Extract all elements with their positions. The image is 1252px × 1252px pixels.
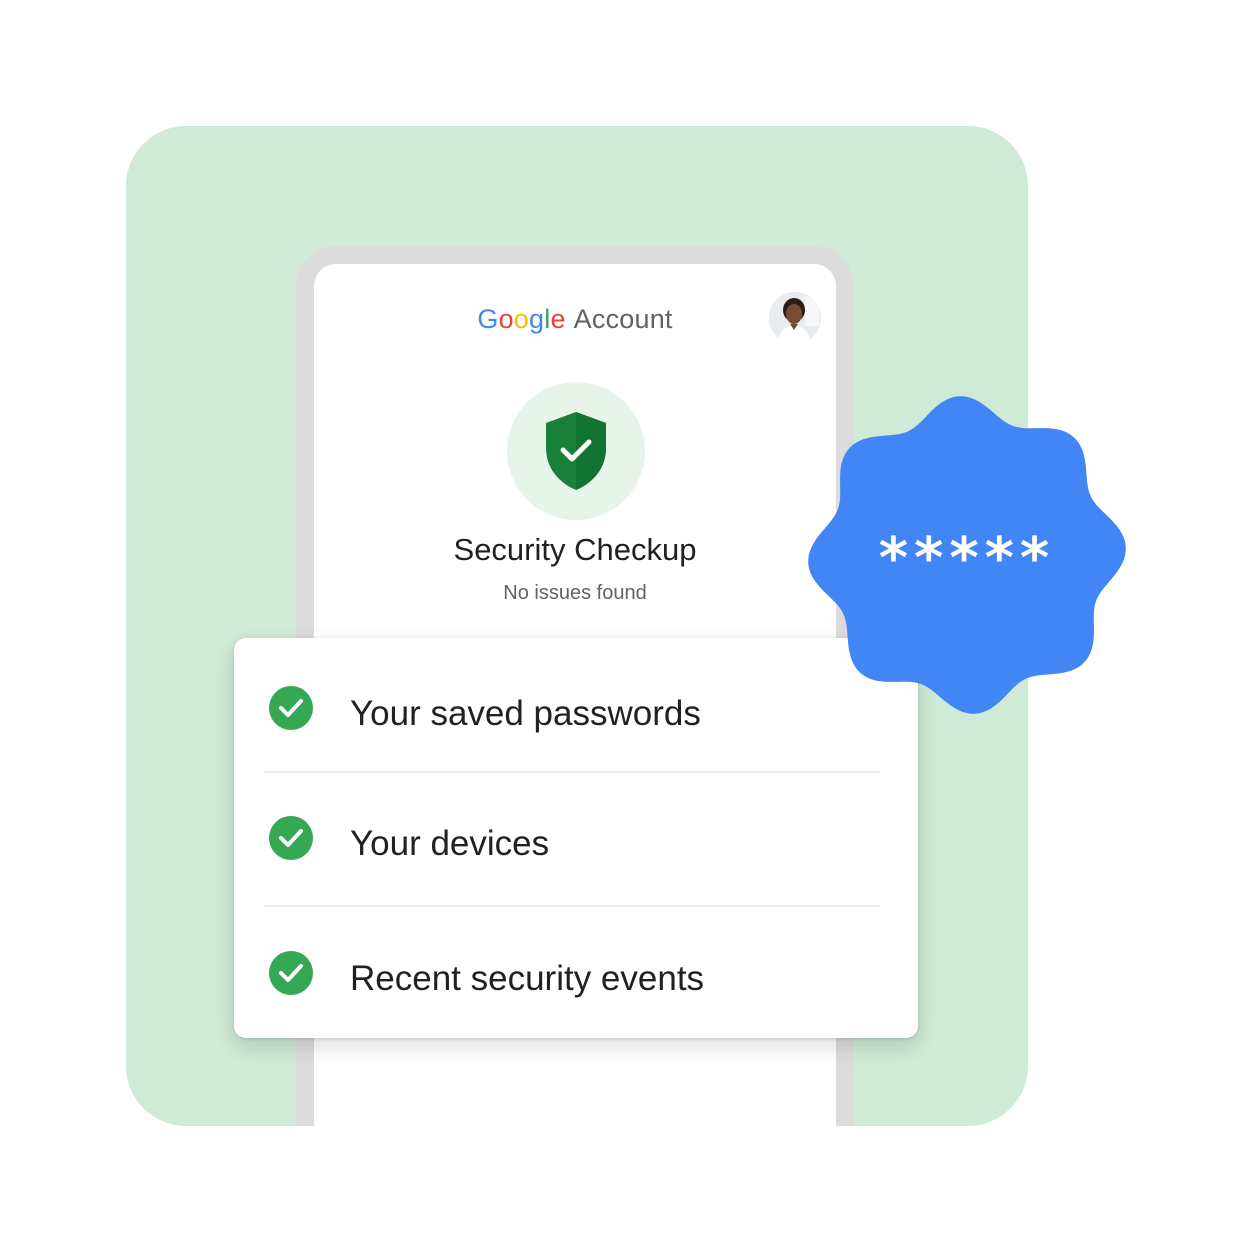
google-logo: Google bbox=[477, 304, 566, 334]
check-circle-icon bbox=[269, 816, 313, 860]
brand-suffix: Account bbox=[573, 304, 673, 334]
illustration: Google Account Security Checkup No issue… bbox=[0, 0, 1252, 1252]
page-title: Security Checkup bbox=[453, 532, 697, 567]
check-circle-icon bbox=[269, 951, 313, 995]
divider bbox=[264, 771, 880, 773]
list-item-devices[interactable]: Your devices bbox=[234, 778, 918, 898]
list-item-security-events[interactable]: Recent security events bbox=[234, 913, 918, 1033]
avatar-person-icon bbox=[769, 292, 821, 344]
shield-check-icon bbox=[546, 412, 606, 490]
list-item-label: Recent security events bbox=[350, 959, 705, 998]
avatar[interactable] bbox=[769, 292, 821, 344]
divider bbox=[264, 905, 880, 907]
check-circle-icon bbox=[269, 686, 313, 730]
google-account-header: Google Account bbox=[314, 304, 836, 335]
list-item-label: Your saved passwords bbox=[350, 694, 701, 733]
list-item-label: Your devices bbox=[350, 824, 550, 863]
masked-password: ***** bbox=[878, 526, 1056, 591]
shield-badge bbox=[507, 382, 645, 520]
password-badge: ***** bbox=[806, 388, 1128, 722]
status-text: No issues found bbox=[503, 582, 647, 604]
